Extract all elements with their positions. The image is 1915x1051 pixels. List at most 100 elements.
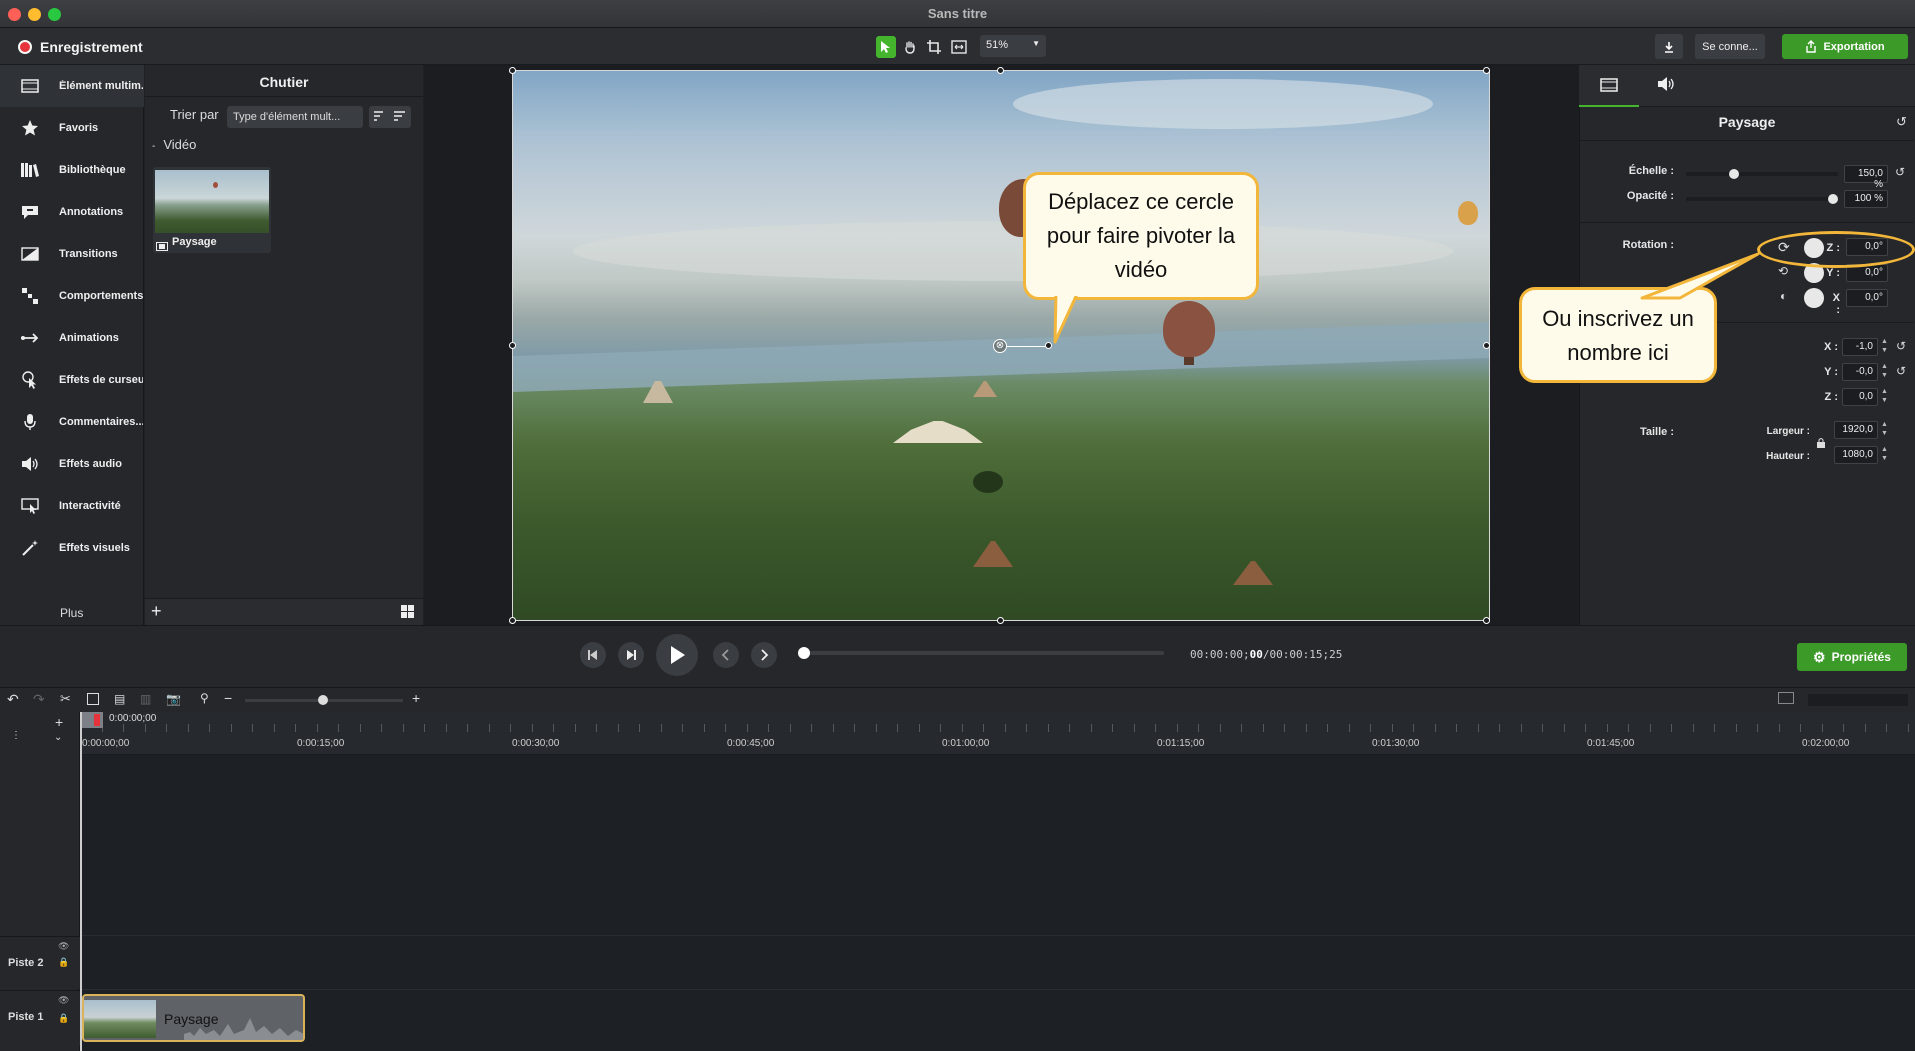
- opacity-field[interactable]: 100 %: [1844, 190, 1888, 208]
- play-button[interactable]: [656, 634, 698, 676]
- divider: [1580, 140, 1914, 141]
- detach-timeline-icon[interactable]: [1778, 692, 1794, 704]
- sort-order-buttons[interactable]: [369, 106, 411, 128]
- zoom-in-icon[interactable]: +: [412, 690, 420, 706]
- scale-slider[interactable]: [1686, 172, 1838, 176]
- sidebar-item-behaviors[interactable]: Comportements: [0, 275, 144, 317]
- lock-icon[interactable]: 🔒: [58, 1013, 69, 1024]
- previous-marker-button[interactable]: [713, 642, 739, 668]
- tick-mark: [789, 724, 791, 732]
- more-button[interactable]: Plus: [60, 606, 83, 620]
- resize-handle[interactable]: [997, 67, 1004, 74]
- stepper-icon[interactable]: ▲ ▼: [1881, 445, 1888, 463]
- fit-tool-button[interactable]: [948, 36, 970, 58]
- crop-tool-button[interactable]: [924, 36, 944, 58]
- resize-handle[interactable]: [1483, 617, 1490, 624]
- select-tool-button[interactable]: [876, 36, 896, 58]
- next-marker-button[interactable]: [751, 642, 777, 668]
- rotation-x-field[interactable]: 0,0°: [1846, 289, 1888, 307]
- lock-icon[interactable]: 🔒: [58, 957, 69, 968]
- resize-handle[interactable]: [509, 342, 516, 349]
- sidebar-item-transitions[interactable]: Transitions: [0, 233, 144, 275]
- step-back-button[interactable]: [580, 642, 606, 668]
- scrub-knob[interactable]: [798, 647, 810, 659]
- opacity-slider-knob[interactable]: [1828, 194, 1838, 204]
- lock-icon[interactable]: [1816, 436, 1826, 454]
- record-button-label[interactable]: Enregistrement: [40, 39, 143, 55]
- sidebar-item-interactivity[interactable]: Interactivité: [0, 485, 144, 527]
- tab-audio[interactable]: [1657, 76, 1677, 97]
- tab-visual[interactable]: [1579, 65, 1639, 107]
- reset-icon[interactable]: ↺: [1895, 165, 1905, 179]
- tick-mark: [1692, 724, 1694, 732]
- timeline-clip[interactable]: Paysage: [82, 994, 305, 1042]
- record-icon[interactable]: [18, 40, 32, 54]
- split-icon[interactable]: ▥: [140, 692, 151, 706]
- step-forward-button[interactable]: [618, 642, 644, 668]
- resize-handle[interactable]: [1483, 67, 1490, 74]
- sidebar-item-label: Effets visuels: [59, 542, 130, 554]
- sidebar-item-annotations[interactable]: Annotations: [0, 191, 144, 233]
- scrub-bar[interactable]: [800, 651, 1164, 655]
- grid-view-icon[interactable]: [397, 604, 415, 625]
- sidebar-item-library[interactable]: Bibliothèque: [0, 149, 144, 191]
- resize-handle[interactable]: [509, 617, 516, 624]
- pan-tool-button[interactable]: [900, 36, 920, 58]
- sidebar-item-voice-narration[interactable]: Commentaires...: [0, 401, 144, 443]
- stepper-icon[interactable]: ▲ ▼: [1881, 362, 1888, 380]
- paste-icon[interactable]: ▤: [114, 692, 125, 706]
- position-x-field[interactable]: -1,0: [1842, 338, 1878, 356]
- eye-icon[interactable]: 👁: [58, 941, 69, 952]
- download-button[interactable]: [1655, 34, 1683, 59]
- rotate-handle-line: [1007, 346, 1045, 347]
- rotate-center-icon[interactable]: ⊗: [993, 339, 1007, 353]
- width-field[interactable]: 1920,0: [1834, 421, 1878, 439]
- rotation-x-dial[interactable]: [1804, 288, 1824, 308]
- stepper-icon[interactable]: ▲ ▼: [1881, 420, 1888, 438]
- scale-field[interactable]: 150,0 %: [1844, 165, 1888, 190]
- sidebar-item-cursor-effects[interactable]: Effets de curseur: [0, 359, 144, 401]
- reset-icon[interactable]: ↺: [1896, 364, 1906, 378]
- timeline-search[interactable]: [1808, 694, 1908, 706]
- sign-in-button[interactable]: Se conne...: [1695, 34, 1765, 59]
- track-header[interactable]: Piste 2 👁 🔒: [0, 936, 80, 989]
- copy-icon[interactable]: [87, 693, 99, 705]
- stepper-icon[interactable]: ▲ ▼: [1881, 387, 1888, 405]
- properties-button[interactable]: ⚙ Propriétés: [1797, 643, 1907, 671]
- resize-handle[interactable]: [1483, 342, 1490, 349]
- tick-mark: [1778, 724, 1780, 732]
- height-field[interactable]: 1080,0: [1834, 446, 1878, 464]
- reset-icon[interactable]: ↺: [1896, 339, 1906, 353]
- redo-icon[interactable]: ↷: [33, 691, 45, 708]
- opacity-slider[interactable]: [1686, 197, 1838, 201]
- video-section-header[interactable]: - Vidéo: [152, 137, 196, 152]
- zoom-icon[interactable]: ⚲: [200, 691, 209, 705]
- sidebar-item-audio-effects[interactable]: Effets audio: [0, 443, 144, 485]
- scale-slider-knob[interactable]: [1728, 169, 1739, 179]
- cut-icon[interactable]: ✂: [60, 691, 71, 707]
- undo-icon[interactable]: ↶: [7, 691, 19, 708]
- add-icon[interactable]: +: [151, 601, 162, 622]
- reset-icon[interactable]: ↺: [1896, 114, 1907, 130]
- export-button[interactable]: Exportation: [1782, 34, 1908, 59]
- resize-handle[interactable]: [509, 67, 516, 74]
- add-track-icon[interactable]: +: [55, 714, 63, 730]
- sidebar-item-favorites[interactable]: Favoris: [0, 107, 144, 149]
- position-z-field[interactable]: 0,0: [1842, 388, 1878, 406]
- zoom-out-icon[interactable]: −: [224, 690, 232, 706]
- track-header[interactable]: Piste 1 👁 🔒: [0, 990, 80, 1046]
- eye-icon[interactable]: 👁: [58, 995, 69, 1006]
- sidebar-item-media[interactable]: Élément multim...: [0, 65, 144, 107]
- sidebar-item-animations[interactable]: Animations: [0, 317, 144, 359]
- resize-handle[interactable]: [997, 617, 1004, 624]
- zoom-select[interactable]: 51% ▼: [980, 35, 1046, 57]
- position-y-field[interactable]: -0,0: [1842, 363, 1878, 381]
- playhead[interactable]: [80, 712, 82, 1051]
- sort-select[interactable]: Type d'élément mult...: [227, 106, 363, 128]
- track-options-icon[interactable]: ⋮: [11, 730, 21, 741]
- sidebar-item-visual-effects[interactable]: Effets visuels: [0, 527, 144, 569]
- timeline-zoom-knob[interactable]: [318, 695, 328, 705]
- stepper-icon[interactable]: ▲ ▼: [1881, 337, 1888, 355]
- chevron-down-icon[interactable]: ⌄: [54, 732, 62, 743]
- camera-icon[interactable]: 📷: [166, 692, 181, 706]
